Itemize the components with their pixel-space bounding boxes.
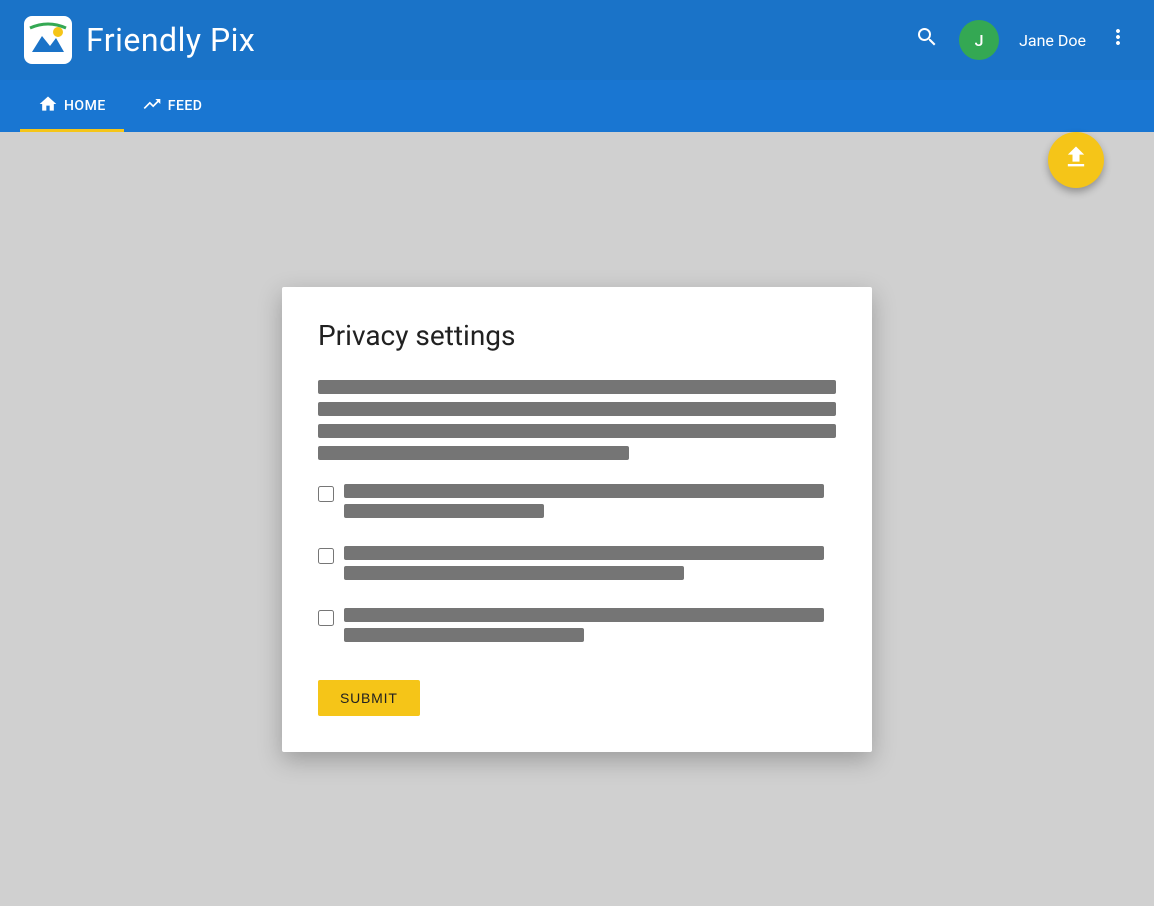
search-icon[interactable]	[915, 25, 939, 55]
checkbox-2-text	[344, 546, 824, 586]
desc-bar-1	[318, 380, 836, 394]
submit-button[interactable]: SUBMIT	[318, 680, 420, 716]
main-content: Privacy settings	[0, 132, 1154, 906]
nav-item-feed[interactable]: FEED	[124, 80, 221, 132]
header: Friendly Pix J Jane Doe	[0, 0, 1154, 80]
user-name: Jane Doe	[1019, 31, 1086, 50]
cb1-bar1	[344, 484, 824, 498]
description-text-block	[318, 380, 836, 460]
cb1-bar2	[344, 504, 544, 518]
checkbox-2[interactable]	[318, 548, 334, 564]
upload-icon	[1062, 143, 1090, 177]
dialog-title: Privacy settings	[318, 319, 836, 352]
header-left: Friendly Pix	[24, 16, 255, 64]
checkbox-item-2	[318, 546, 836, 586]
nav-label-feed: FEED	[168, 98, 203, 114]
home-icon	[38, 94, 58, 119]
cb3-bar2	[344, 628, 584, 642]
checkbox-item-3	[318, 608, 836, 648]
cb2-bar2	[344, 566, 684, 580]
cb3-bar1	[344, 608, 824, 622]
app-title: Friendly Pix	[86, 21, 255, 59]
avatar-initial: J	[975, 31, 984, 50]
privacy-settings-dialog: Privacy settings	[282, 287, 872, 752]
upload-fab[interactable]	[1048, 132, 1104, 188]
desc-bar-3	[318, 424, 836, 438]
more-icon[interactable]	[1106, 25, 1130, 55]
nav-label-home: HOME	[64, 98, 106, 114]
checkbox-3-text	[344, 608, 824, 648]
feed-icon	[142, 94, 162, 119]
desc-bar-2	[318, 402, 836, 416]
checkbox-1-text	[344, 484, 824, 524]
logo-icon	[24, 16, 72, 64]
header-right: J Jane Doe	[915, 20, 1130, 60]
checkbox-3[interactable]	[318, 610, 334, 626]
checkbox-item-1	[318, 484, 836, 524]
navbar: HOME FEED	[0, 80, 1154, 132]
checkbox-1[interactable]	[318, 486, 334, 502]
nav-item-home[interactable]: HOME	[20, 80, 124, 132]
desc-bar-4	[318, 446, 629, 460]
cb2-bar1	[344, 546, 824, 560]
avatar[interactable]: J	[959, 20, 999, 60]
